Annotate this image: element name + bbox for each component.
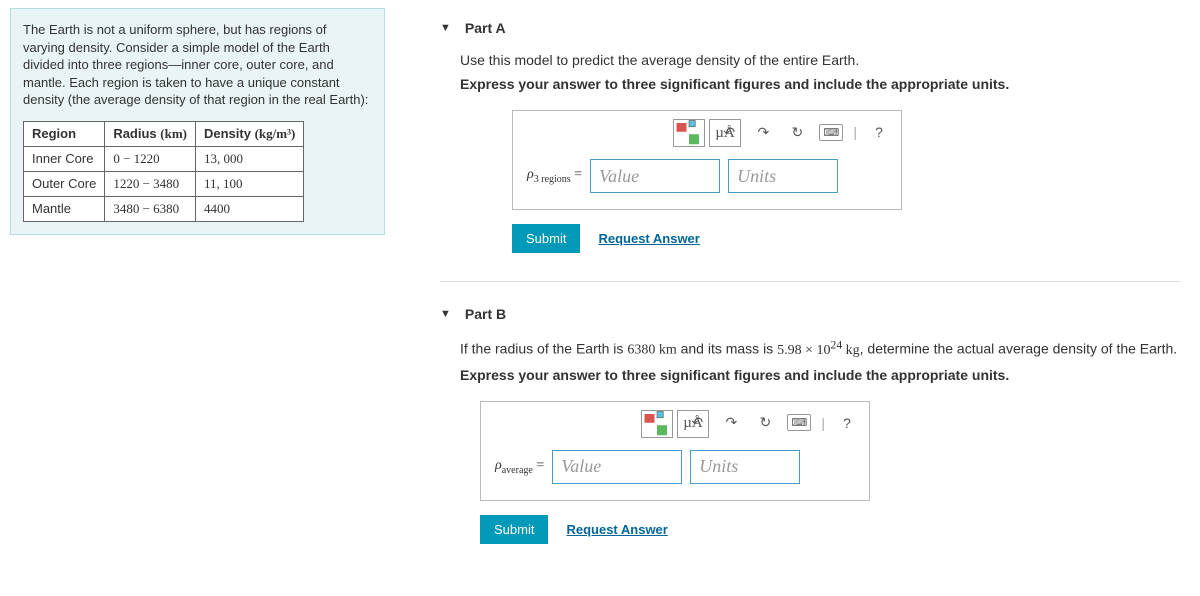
table-row: Outer Core 1220 − 3480 11, 100 <box>24 171 304 196</box>
part-b-instruction: If the radius of the Earth is 6380 km an… <box>460 338 1180 359</box>
problem-intro-text: The Earth is not a uniform sphere, but h… <box>23 21 372 109</box>
submit-row-b: Submit Request Answer <box>480 515 1180 544</box>
answer-area-a: µÅ ↶ ↷ ↻ ⌨ | ? ρ3 regions = Value Units <box>512 110 902 210</box>
templates-button[interactable] <box>673 119 705 147</box>
chevron-down-icon: ▼ <box>440 308 451 320</box>
submit-button-a[interactable]: Submit <box>512 224 580 253</box>
keyboard-button[interactable]: ⌨ <box>785 410 813 436</box>
part-b-title: Part B <box>465 306 506 322</box>
header-density: Density (kg/m³) <box>196 121 304 146</box>
redo-button[interactable]: ↷ <box>749 119 777 145</box>
toolbar-b: µÅ ↶ ↷ ↻ ⌨ | ? <box>481 402 869 446</box>
templates-icon <box>642 409 672 439</box>
header-region: Region <box>24 121 105 146</box>
chevron-down-icon: ▼ <box>440 22 451 34</box>
units-input-a[interactable]: Units <box>728 159 838 193</box>
part-a-instruction: Use this model to predict the average de… <box>460 52 1180 68</box>
var-label-b: ρaverage = <box>495 458 544 476</box>
problem-statement-box: The Earth is not a uniform sphere, but h… <box>10 8 385 235</box>
request-answer-link-a[interactable]: Request Answer <box>598 231 699 246</box>
input-row-a: ρ3 regions = Value Units <box>513 155 901 209</box>
part-b-body: If the radius of the Earth is 6380 km an… <box>460 338 1180 544</box>
toolbar-a: µÅ ↶ ↷ ↻ ⌨ | ? <box>513 111 901 155</box>
part-b-header[interactable]: ▼ Part B <box>440 306 1180 322</box>
submit-button-b[interactable]: Submit <box>480 515 548 544</box>
input-row-b: ρaverage = Value Units <box>481 446 869 500</box>
submit-row-a: Submit Request Answer <box>512 224 1180 253</box>
undo-button[interactable]: ↶ <box>715 119 743 145</box>
density-table: Region Radius (km) Density (kg/m³) Inner… <box>23 121 304 222</box>
table-row: Mantle 3480 − 6380 4400 <box>24 196 304 221</box>
value-input-b[interactable]: Value <box>552 450 682 484</box>
keyboard-button[interactable]: ⌨ <box>817 119 845 145</box>
parts-column: ▼ Part A Use this model to predict the a… <box>420 20 1180 572</box>
table-row: Inner Core 0 − 1220 13, 000 <box>24 146 304 171</box>
help-button[interactable]: ? <box>833 410 861 436</box>
part-a-title: Part A <box>465 20 506 36</box>
part-a-instruction-bold: Express your answer to three significant… <box>460 76 1180 92</box>
part-b-instruction-bold: Express your answer to three significant… <box>460 367 1180 383</box>
undo-button[interactable]: ↶ <box>683 410 711 436</box>
part-a-header[interactable]: ▼ Part A <box>440 20 1180 36</box>
redo-button[interactable]: ↷ <box>717 410 745 436</box>
part-divider <box>440 281 1180 282</box>
answer-area-b: µÅ ↶ ↷ ↻ ⌨ | ? ρaverage = Value Units <box>480 401 870 501</box>
keyboard-icon: ⌨ <box>787 414 811 431</box>
templates-icon <box>674 118 704 148</box>
var-label-a: ρ3 regions = <box>527 167 582 185</box>
help-button[interactable]: ? <box>865 119 893 145</box>
templates-button[interactable] <box>641 410 673 438</box>
units-input-b[interactable]: Units <box>690 450 800 484</box>
reset-button[interactable]: ↻ <box>783 119 811 145</box>
value-input-a[interactable]: Value <box>590 159 720 193</box>
reset-button[interactable]: ↻ <box>751 410 779 436</box>
request-answer-link-b[interactable]: Request Answer <box>566 522 667 537</box>
part-a-body: Use this model to predict the average de… <box>460 52 1180 253</box>
header-radius: Radius (km) <box>105 121 196 146</box>
keyboard-icon: ⌨ <box>819 124 843 141</box>
